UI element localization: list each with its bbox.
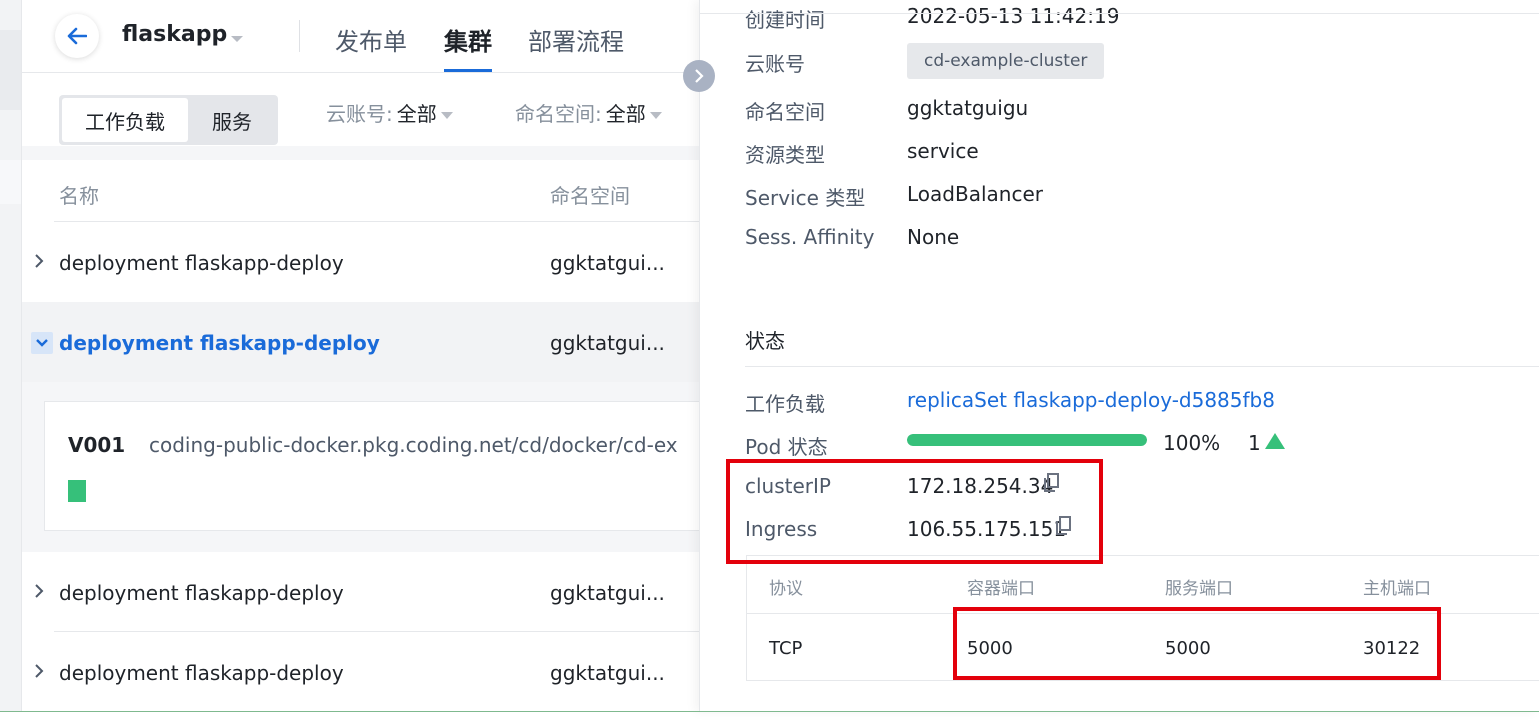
column-header-service-port: 服务端口	[1165, 579, 1233, 599]
ingress-value: 106.55.175.151	[907, 517, 1067, 541]
ingress-label: Ingress	[745, 517, 818, 541]
collapse-drawer-button[interactable]	[683, 60, 715, 92]
divider	[745, 366, 1539, 367]
expanded-row-detail: V001 coding-public-docker.pkg.coding.net…	[44, 401, 699, 531]
session-affinity-label: Sess. Affinity	[745, 225, 875, 249]
divider	[299, 20, 300, 52]
filter-bar: 工作负载 服务 云账号: 全部 命名空间: 全部	[22, 74, 699, 146]
column-header-container-port: 容器端口	[967, 579, 1035, 599]
row-name[interactable]: deployment flaskapp-deploy	[59, 331, 380, 355]
divider	[699, 13, 1539, 14]
cloud-account-filter-value: 全部	[396, 102, 437, 126]
created-time-value: 2022-05-13 11:42:19	[907, 4, 1120, 28]
port-protocol: TCP	[769, 638, 803, 659]
row-name: deployment flaskapp-deploy	[59, 581, 344, 605]
nav-block[interactable]	[0, 30, 21, 110]
cloud-account-filter[interactable]: 云账号: 全部	[326, 98, 453, 127]
chevron-right-icon	[695, 69, 704, 83]
namespace-value: ggktatguigu	[907, 96, 1029, 120]
column-header-name: 名称	[59, 184, 99, 208]
pod-progress-bar	[907, 434, 1147, 446]
table-row[interactable]: deployment flaskapp-deploy ggktatgui...	[22, 222, 699, 302]
row-namespace: ggktatgui...	[550, 661, 665, 685]
triangle-up-icon	[1265, 433, 1285, 449]
segment-workload[interactable]: 工作负载	[62, 98, 188, 142]
host-port: 30122	[1363, 638, 1421, 659]
cluster-ip-value: 172.18.254.34	[907, 474, 1054, 498]
workload-link[interactable]: replicaSet flaskapp-deploy-d5885fb8	[907, 388, 1275, 412]
row-namespace: ggktatgui...	[550, 581, 665, 605]
namespace-filter[interactable]: 命名空间: 全部	[515, 98, 662, 127]
tab-deploy-flow[interactable]: 部署流程	[528, 22, 624, 57]
divider	[0, 711, 1539, 712]
session-affinity-value: None	[907, 225, 960, 249]
table-row-expanded[interactable]: deployment flaskapp-deploy ggktatgui...	[22, 302, 699, 382]
chevron-down-icon[interactable]	[231, 36, 243, 42]
tab-release[interactable]: 发布单	[335, 22, 407, 57]
ports-table-header: 协议 容器端口 服务端口 主机端口	[747, 556, 1539, 614]
cloud-account-filter-label: 云账号:	[326, 102, 393, 126]
created-time-label: 创建时间	[745, 8, 825, 32]
namespace-filter-value: 全部	[605, 102, 646, 126]
pod-count: 1	[1248, 431, 1261, 455]
chevron-right-icon[interactable]	[34, 253, 44, 274]
service-type-label: Service 类型	[745, 186, 866, 210]
column-header-protocol: 协议	[769, 579, 803, 599]
left-nav-strip	[0, 0, 22, 712]
tab-cluster[interactable]: 集群	[444, 22, 492, 57]
cluster-ip-label: clusterIP	[745, 474, 831, 498]
ports-table: 协议 容器端口 服务端口 主机端口 TCP 5000 5000 30122	[746, 555, 1539, 681]
version-label: V001	[68, 433, 126, 457]
segment-service[interactable]: 服务	[189, 98, 275, 142]
table-row[interactable]: deployment flaskapp-deploy ggktatgui...	[22, 632, 699, 712]
resource-type-value: service	[907, 139, 979, 163]
chevron-right-icon[interactable]	[34, 663, 44, 684]
workload-table: 名称 命名空间 deployment flaskapp-deploy ggkta…	[22, 146, 699, 712]
copy-icon[interactable]	[1043, 473, 1059, 493]
column-header-host-port: 主机端口	[1363, 579, 1431, 599]
status-indicator	[68, 480, 86, 502]
row-name: deployment flaskapp-deploy	[59, 661, 344, 685]
row-namespace: ggktatgui...	[550, 251, 665, 275]
namespace-label: 命名空间	[745, 100, 825, 124]
copy-icon[interactable]	[1055, 516, 1071, 536]
pod-percent: 100%	[1163, 431, 1221, 455]
pod-progress-fill	[907, 434, 1147, 446]
resource-type-label: 资源类型	[745, 143, 825, 167]
active-tab-indicator	[444, 69, 492, 72]
cloud-account-label: 云账号	[745, 52, 805, 76]
cluster-panel: flaskapp 发布单 集群 部署流程 工作负载 服务 云账号: 全部 命名空间…	[22, 0, 699, 712]
row-name: deployment flaskapp-deploy	[59, 251, 344, 275]
page-header: flaskapp 发布单 集群 部署流程	[22, 0, 699, 73]
status-section-title: 状态	[745, 329, 785, 353]
caret-down-icon	[440, 112, 453, 119]
row-namespace: ggktatgui...	[550, 331, 665, 355]
nav-block[interactable]	[0, 160, 21, 204]
container-port: 5000	[967, 638, 1013, 659]
back-button[interactable]	[55, 14, 99, 58]
chevron-right-icon[interactable]	[34, 583, 44, 604]
table-row[interactable]: deployment flaskapp-deploy ggktatgui...	[22, 552, 699, 632]
cloud-account-tag: cd-example-cluster	[907, 43, 1105, 79]
view-segment-control: 工作负载 服务	[59, 95, 278, 145]
service-detail-drawer: 创建时间 2022-05-13 11:42:19 云账号 cd-example-…	[699, 0, 1539, 712]
column-header-namespace: 命名空间	[550, 184, 630, 208]
table-header: 名称 命名空间	[22, 160, 699, 222]
pod-status-label: Pod 状态	[745, 435, 828, 459]
service-type-value: LoadBalancer	[907, 182, 1043, 206]
namespace-filter-label: 命名空间:	[515, 102, 602, 126]
app-name[interactable]: flaskapp	[122, 22, 227, 47]
arrow-left-icon	[67, 27, 87, 45]
image-path: coding-public-docker.pkg.coding.net/cd/d…	[149, 433, 678, 457]
service-port: 5000	[1165, 638, 1211, 659]
caret-down-icon	[649, 112, 662, 119]
workload-label: 工作负载	[745, 392, 825, 416]
chevron-down-icon[interactable]	[31, 332, 53, 354]
